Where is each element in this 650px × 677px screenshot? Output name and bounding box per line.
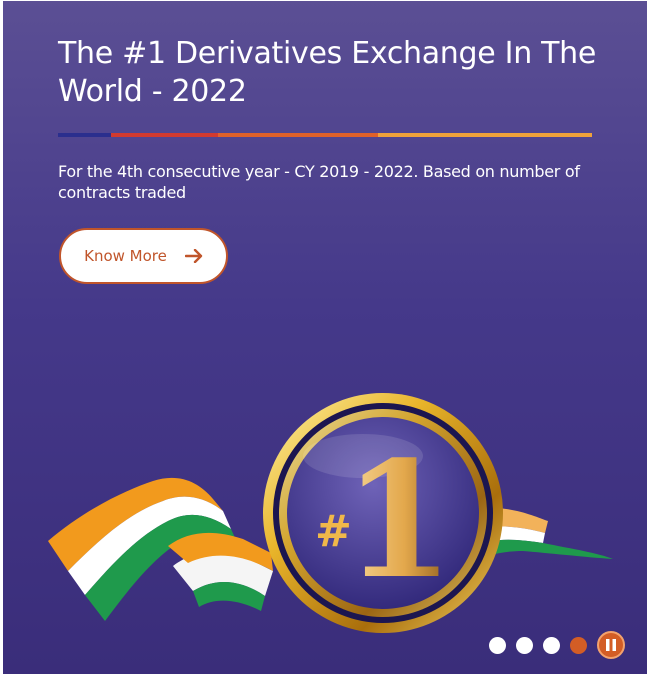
carousel-dot-1[interactable]: [489, 636, 506, 654]
know-more-label: Know More: [84, 247, 167, 265]
medal: 1 #: [263, 393, 503, 633]
know-more-button[interactable]: Know More: [59, 228, 228, 284]
carousel-dot-3[interactable]: [543, 636, 560, 654]
title-divider: [58, 133, 592, 137]
svg-text:1: 1: [343, 426, 454, 614]
hero-banner: The #1 Derivatives Exchange In The World…: [3, 1, 647, 674]
banner-subtitle: For the 4th consecutive year - CY 2019 -…: [58, 162, 580, 202]
arrow-right-icon: [184, 249, 203, 263]
carousel-dot-2[interactable]: [516, 636, 533, 654]
banner-title: The #1 Derivatives Exchange In The World…: [58, 36, 597, 109]
carousel-dot-4[interactable]: [570, 636, 587, 654]
carousel-controls: [489, 631, 625, 659]
medal-illustration: 1 #: [48, 393, 613, 633]
ribbon-left: [48, 477, 273, 621]
pause-icon: [606, 639, 616, 651]
pause-button[interactable]: [597, 631, 625, 659]
svg-text:#: #: [315, 506, 352, 557]
